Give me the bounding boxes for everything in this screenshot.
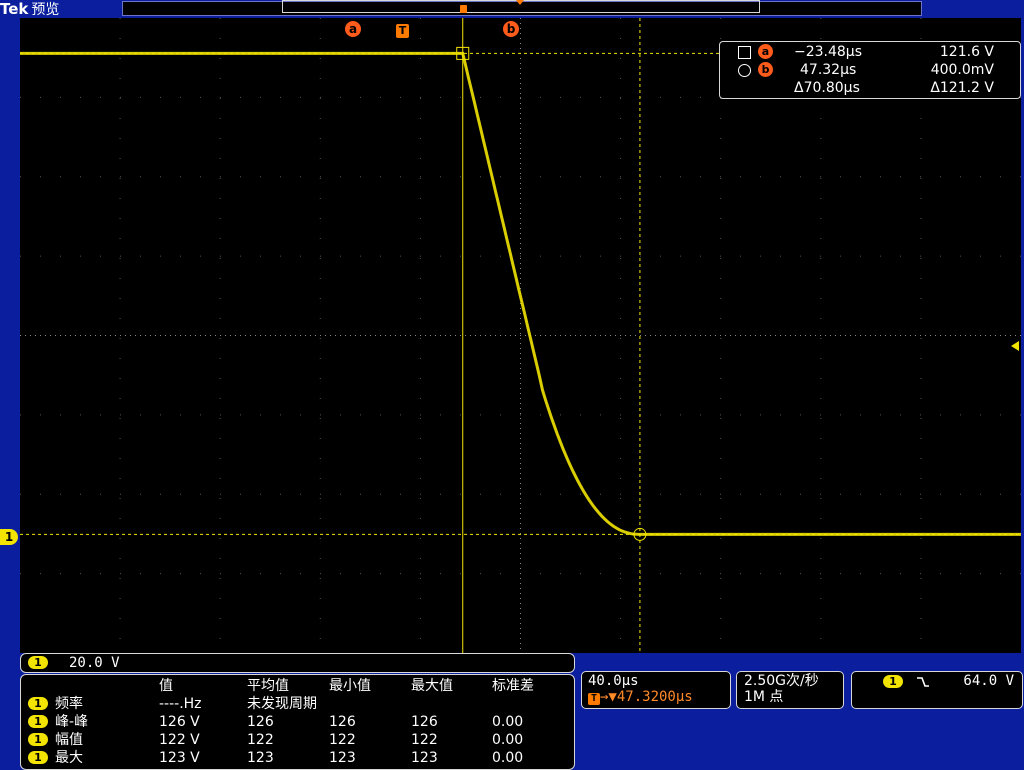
header-std: 标准差 — [492, 678, 534, 694]
horizontal-position: T →▼47.3200µs — [588, 689, 693, 706]
cursor-a-row: a −23.48µs 121.6 V — [720, 43, 1020, 61]
measurement-row-mean: 122 — [247, 732, 274, 748]
cursor-a-value: 121.6 V — [939, 44, 994, 60]
trigger-position-icon: T — [588, 693, 600, 705]
cursor-b-tag[interactable]: b — [503, 21, 519, 37]
channel-1-waveform — [20, 51, 1021, 536]
measurement-row-value: 122 V — [159, 732, 200, 748]
brand-name: Tek — [0, 0, 29, 18]
cursor-a-time: −23.48µs — [794, 44, 863, 60]
record-trigger-marker — [460, 5, 467, 13]
acquisition-box[interactable]: 2.50G次/秒 1M 点 — [736, 671, 844, 709]
cursor-a-tag[interactable]: a — [345, 21, 361, 37]
trigger-source-badge: 1 — [883, 675, 903, 688]
circle-cursor-icon — [738, 64, 751, 77]
measurement-name[interactable]: 幅值 — [55, 731, 83, 749]
record-length: 1M 点 — [744, 689, 784, 705]
header-max: 最大值 — [411, 678, 453, 694]
measurement-row-value: 126 V — [159, 714, 200, 730]
horizontal-position-value: →▼47.3200µs — [600, 689, 693, 705]
measurement-name[interactable]: 最大 — [55, 749, 83, 767]
top-status-bar: Tek 预览 — [0, 0, 1024, 18]
measurement-row-mean: 123 — [247, 750, 274, 766]
cursor-b-row: b 47.32µs 400.0mV — [720, 61, 1020, 79]
cursor-b-time: 47.32µs — [800, 62, 857, 78]
measurement-row-std: 0.00 — [492, 714, 524, 730]
header-mean: 平均值 — [247, 678, 289, 694]
graticule — [20, 18, 1021, 653]
measurement-row-value: 123 V — [159, 750, 200, 766]
square-cursor-icon — [738, 46, 751, 59]
header-value: 值 — [159, 678, 173, 694]
sample-rate: 2.50G次/秒 — [744, 673, 819, 689]
horizontal-timebase-box[interactable]: 40.0µs T →▼47.3200µs — [581, 671, 731, 709]
header-min: 最小值 — [329, 678, 371, 694]
measurement-channel-badge: 1 — [28, 751, 48, 764]
measurement-row-min: 123 — [329, 750, 356, 766]
measurement-row-min: 126 — [329, 714, 356, 730]
cursor-readout-panel: a −23.48µs 121.6 V b 47.32µs 400.0mV Δ70… — [719, 41, 1021, 99]
measurement-row-value: ----.Hz — [159, 696, 202, 712]
waveform-display[interactable]: a T b a −23.48µs 121.6 V b 47.32µs 400.0… — [20, 18, 1021, 653]
horizontal-scale: 40.0µs — [588, 673, 639, 689]
trigger-position-tag[interactable]: T — [396, 24, 409, 38]
falling-edge-icon — [917, 677, 929, 687]
measurement-row-mean: 未发现周期 — [247, 696, 317, 712]
channel-scale-bar[interactable]: 1 20.0 V — [20, 653, 575, 673]
cursor-delta-value: Δ121.2 V — [930, 80, 994, 96]
cursor-delta-row: Δ70.80µs Δ121.2 V — [720, 79, 1020, 97]
channel-1-ground-marker[interactable]: 1 — [0, 529, 18, 545]
channel-1-scale: 20.0 V — [69, 655, 120, 671]
cursor-delta-time: Δ70.80µs — [794, 80, 860, 96]
expansion-point-marker[interactable] — [516, 0, 524, 5]
channel-1-badge: 1 — [28, 656, 48, 669]
measurement-channel-badge: 1 — [28, 697, 48, 710]
cursor-b-value: 400.0mV — [930, 62, 994, 78]
measurement-row-max: 123 — [411, 750, 438, 766]
measurement-name[interactable]: 峰-峰 — [55, 713, 88, 731]
cursor-a-badge: a — [758, 44, 773, 59]
trigger-level: 64.0 V — [963, 673, 1014, 689]
measurement-name[interactable]: 频率 — [55, 695, 83, 713]
measurement-channel-badge: 1 — [28, 715, 48, 728]
measurement-row-max: 126 — [411, 714, 438, 730]
trigger-level-marker[interactable] — [1011, 341, 1019, 351]
acquisition-mode-label: 预览 — [31, 2, 60, 18]
measurement-row-min: 122 — [329, 732, 356, 748]
measurement-row-max: 122 — [411, 732, 438, 748]
cursor-b-badge: b — [758, 62, 773, 77]
measurement-row-mean: 126 — [247, 714, 274, 730]
measurement-row-std: 0.00 — [492, 750, 524, 766]
trigger-box[interactable]: 1 64.0 V — [851, 671, 1023, 709]
measurement-channel-badge: 1 — [28, 733, 48, 746]
brand-label: Tek 预览 — [0, 0, 59, 18]
measurement-table: 值 平均值 最小值 最大值 标准差 1 频率 ----.Hz 未发现周期 1 峰-峰 126… — [20, 674, 575, 770]
measurement-row-std: 0.00 — [492, 732, 524, 748]
